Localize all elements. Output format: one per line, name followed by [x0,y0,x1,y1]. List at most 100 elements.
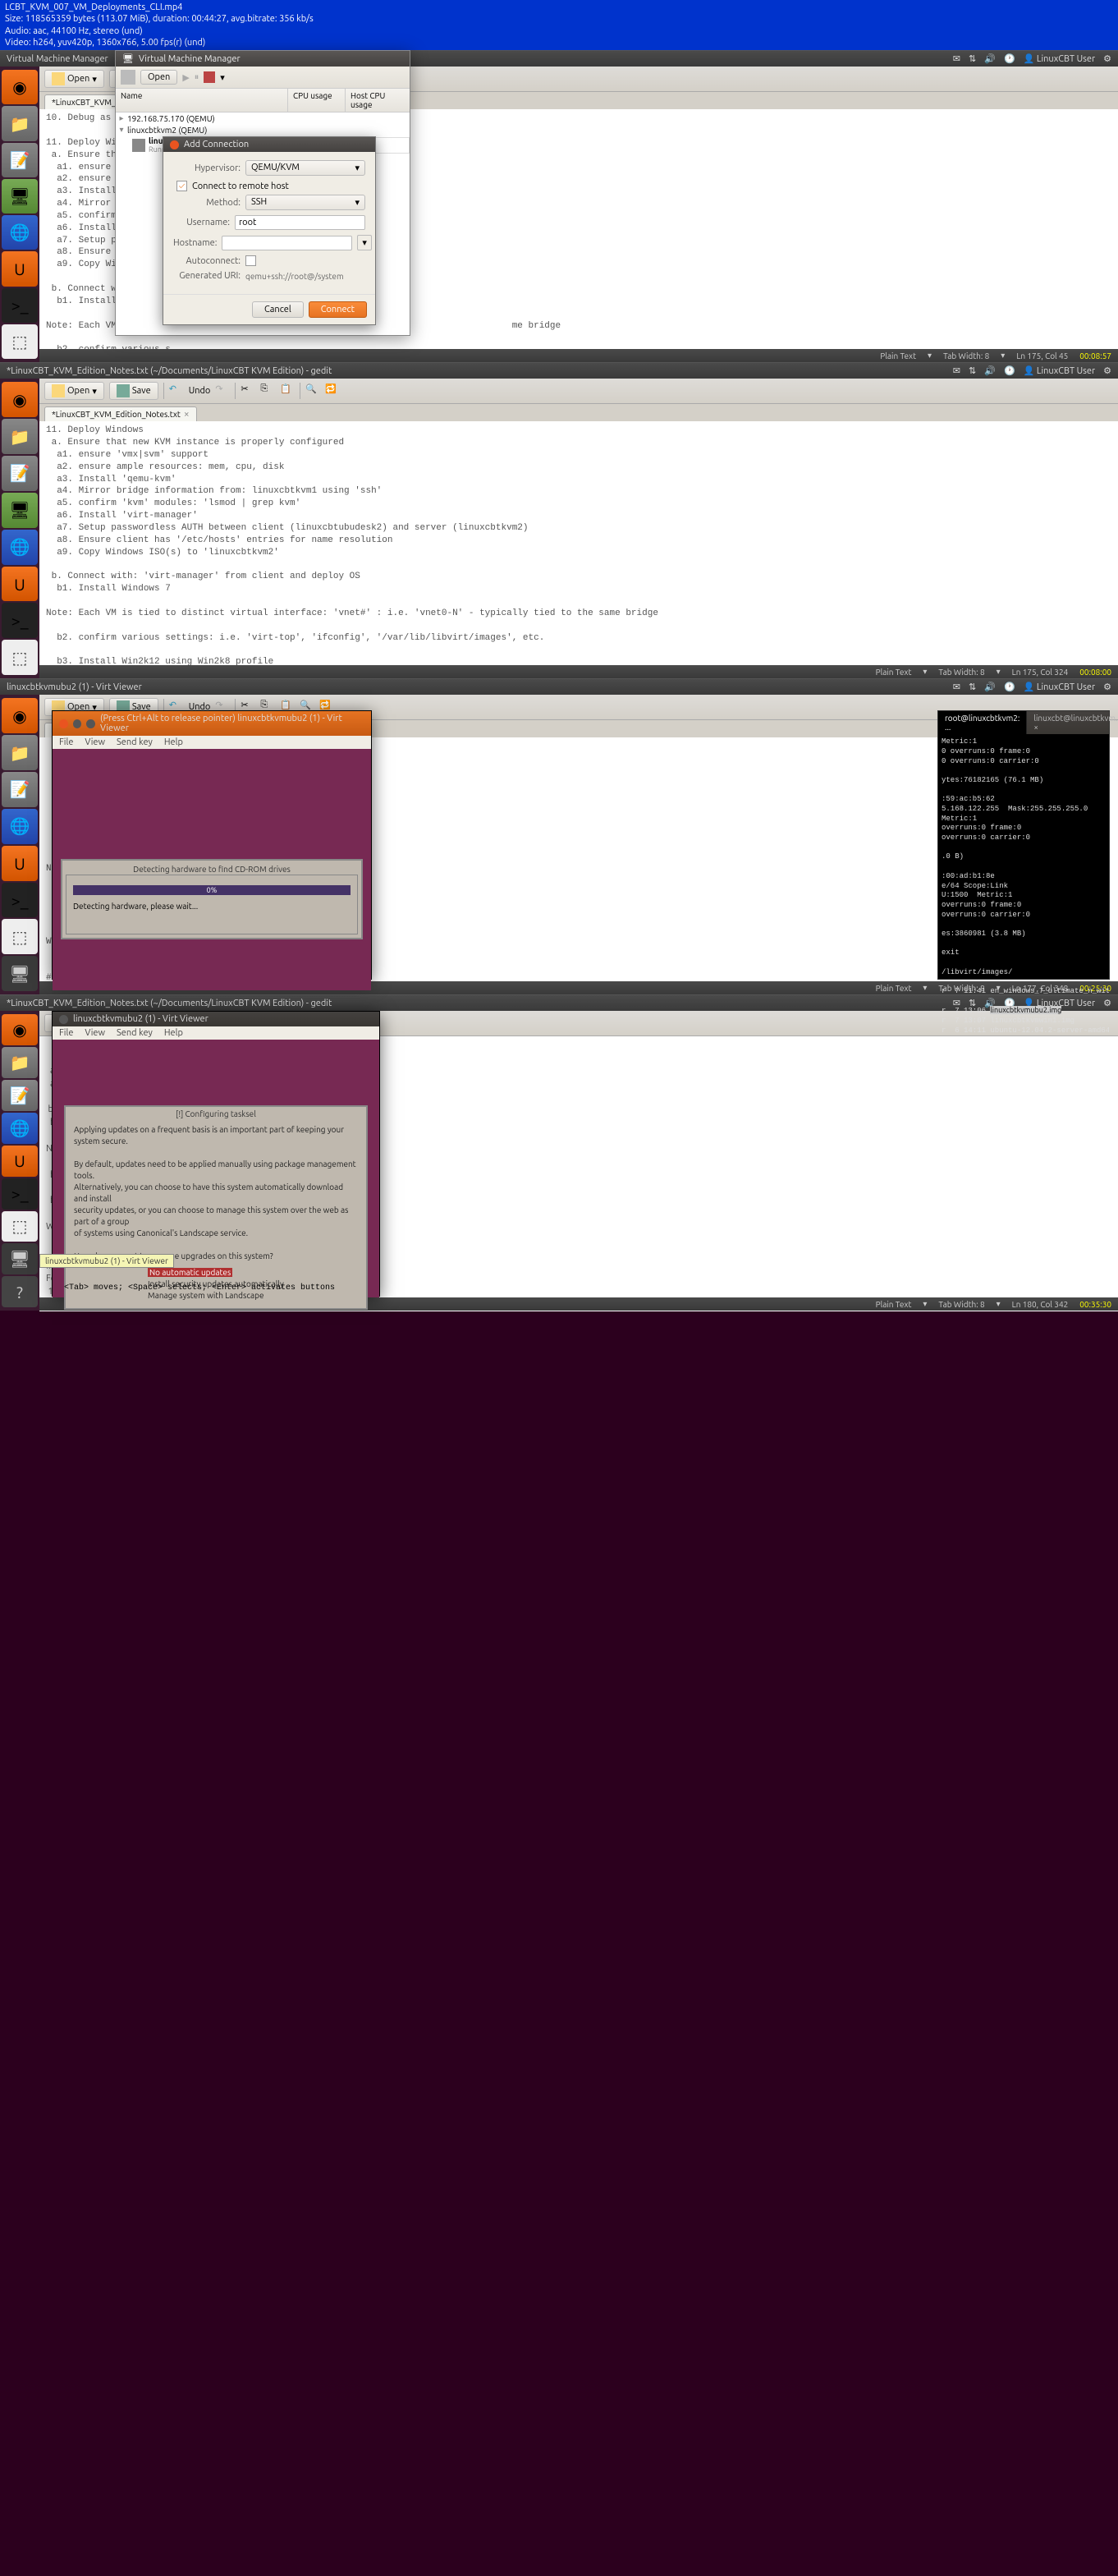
menu-sendkey[interactable]: Send key [117,737,153,747]
maximize-icon[interactable] [86,719,95,728]
open-button[interactable]: Open ▾ [44,70,104,88]
hostname-input[interactable] [222,236,352,250]
menu-help[interactable]: Help [164,1028,183,1038]
option-selected[interactable]: No automatic updates [148,1268,232,1277]
vmm-host-row[interactable]: ▸192.168.75.170 (QEMU) [116,112,410,124]
cut-icon[interactable]: ✂ [241,383,255,398]
network-icon[interactable]: ⇅ [969,682,976,692]
launcher-ubuntu[interactable]: U [2,1146,38,1177]
cancel-button[interactable]: Cancel [252,301,304,318]
menu-help[interactable]: Help [164,737,183,747]
redo-icon[interactable]: ↷ [215,383,230,398]
mail-icon[interactable]: ✉ [953,365,960,376]
remote-label: Connect to remote host [192,181,289,191]
play-icon[interactable]: ▶ [182,72,189,83]
launcher-terminal[interactable]: >_ [2,288,38,323]
menu-sendkey[interactable]: Send key [117,1028,153,1038]
launcher-chrome[interactable]: 🌐 [2,530,38,565]
launcher-gedit[interactable]: 📝 [2,456,38,491]
editor-tab[interactable]: *LinuxCBT_KVM_Edition_Notes.txt× [44,406,197,421]
close-icon[interactable] [170,140,179,149]
launcher-virt[interactable]: 🖥 [2,1243,38,1274]
connect-button[interactable]: Connect [309,301,367,318]
sound-icon[interactable]: 🔊 [984,682,996,692]
autoconnect-checkbox[interactable] [245,255,256,266]
gear-icon[interactable]: ⚙ [1103,53,1111,64]
editor-content[interactable]: 11. Deploy Windows a. Ensure that new KV… [39,421,1118,684]
method-select[interactable]: SSH▾ [245,195,365,210]
menu-file[interactable]: File [59,1028,73,1038]
terminal-window[interactable]: root@linuxcbtkvm2: ... linuxcbt@linuxcbt… [937,710,1110,980]
network-icon[interactable]: ⇅ [969,53,976,64]
launcher-gedit[interactable]: 📝 [2,143,38,177]
launcher-help[interactable]: ? [2,1276,38,1307]
remote-checkbox[interactable]: ✓ [176,181,187,191]
vmm-open-button[interactable]: Open [140,70,177,85]
menu-file[interactable]: File [59,737,73,747]
mail-icon[interactable]: ✉ [953,53,960,64]
launcher-files[interactable]: 📁 [2,1047,38,1078]
launcher-dash[interactable]: ◉ [2,1014,38,1045]
clock-icon[interactable]: 🕐 [1004,53,1015,64]
close-icon[interactable] [59,1015,68,1024]
network-icon[interactable]: ⇅ [969,365,976,376]
open-button[interactable]: Open ▾ [44,382,104,400]
vmm-host-row[interactable]: ▾linuxcbtkvm2 (QEMU) [116,124,410,135]
launcher-chrome[interactable]: 🌐 [2,215,38,250]
menu-view[interactable]: View [85,1028,105,1038]
launcher-dash[interactable]: ◉ [2,70,38,104]
launcher-files[interactable]: 📁 [2,106,38,140]
clock-icon[interactable]: 🕐 [1004,365,1015,376]
user-menu[interactable]: 👤 LinuxCBT User [1024,53,1095,64]
close-icon[interactable] [59,719,68,728]
launcher-dash[interactable]: ◉ [2,382,38,417]
clock-icon[interactable]: 🕐 [1004,682,1015,692]
paste-icon[interactable]: 📋 [280,383,295,398]
gear-icon[interactable]: ⚙ [1103,365,1111,376]
launcher-virt[interactable]: 🖥 [2,956,38,991]
launcher-terminal[interactable]: >_ [2,603,38,638]
new-icon[interactable] [121,70,135,85]
gear-icon[interactable]: ⚙ [1103,682,1111,692]
launcher-ubuntu[interactable]: U [2,251,38,286]
launcher-dash[interactable]: ◉ [2,698,38,733]
launcher-chrome[interactable]: 🌐 [2,809,38,844]
terminal-output[interactable]: Metric:1 0 overruns:0 frame:0 0 overruns… [938,734,1109,1039]
sound-icon[interactable]: 🔊 [984,365,996,376]
sound-icon[interactable]: 🔊 [984,53,996,64]
undo-icon[interactable]: ↶ [169,383,184,398]
term-tab[interactable]: root@linuxcbtkvm2: ... [938,711,1027,734]
launcher-manager[interactable]: 🖥 [2,179,38,214]
launcher-app[interactable]: ⬚ [2,1211,38,1242]
hypervisor-select[interactable]: QEMU/KVM▾ [245,160,365,176]
mail-icon[interactable]: ✉ [953,682,960,692]
user-menu[interactable]: 👤 LinuxCBT User [1024,682,1095,692]
launcher-app[interactable]: ⬚ [2,640,38,675]
pause-icon[interactable]: ⏸ [195,72,199,83]
launcher-files[interactable]: 📁 [2,419,38,454]
search-icon[interactable]: 🔍 [305,383,320,398]
launcher-ubuntu[interactable]: U [2,846,38,881]
launcher-chrome[interactable]: 🌐 [2,1113,38,1144]
replace-icon[interactable]: 🔁 [325,383,340,398]
user-menu[interactable]: 👤 LinuxCBT User [1024,365,1095,376]
launcher-app[interactable]: ⬚ [2,324,38,359]
close-icon[interactable]: × [1033,723,1038,732]
launcher-gedit[interactable]: 📝 [2,1080,38,1111]
menu-icon[interactable]: ▾ [220,72,225,83]
username-input[interactable] [235,215,365,230]
launcher-ubuntu[interactable]: U [2,567,38,602]
copy-icon[interactable]: ⎘ [260,383,275,398]
close-icon[interactable]: × [184,409,190,420]
launcher-gedit[interactable]: 📝 [2,772,38,807]
minimize-icon[interactable] [73,719,82,728]
launcher-terminal[interactable]: >_ [2,1178,38,1210]
launcher-files[interactable]: 📁 [2,735,38,770]
stop-icon[interactable] [204,71,215,83]
launcher-terminal[interactable]: >_ [2,883,38,918]
term-tab[interactable]: linuxcbt@linuxcbtkvm... × [1027,711,1118,734]
menu-view[interactable]: View [85,737,105,747]
save-button[interactable]: Save [109,382,158,400]
launcher-app[interactable]: ⬚ [2,919,38,954]
launcher-manager[interactable]: 🖥 [2,493,38,528]
